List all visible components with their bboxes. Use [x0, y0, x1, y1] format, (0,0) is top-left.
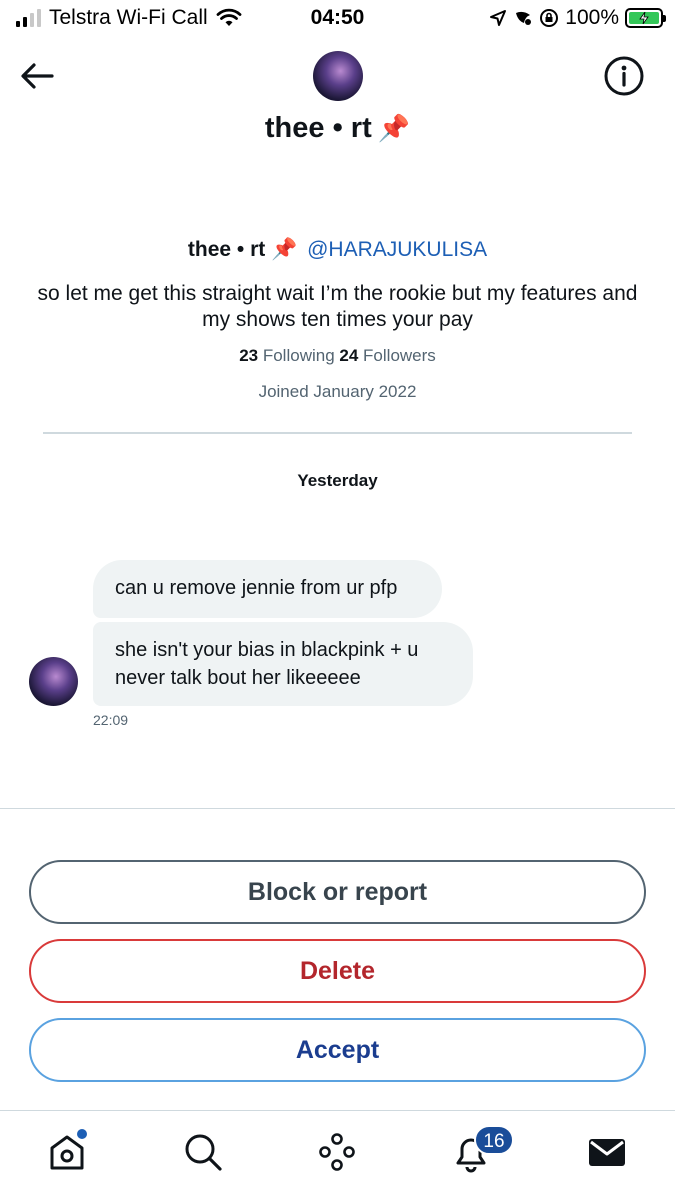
page-title: thee • rt 📌 — [0, 112, 675, 145]
battery-label: 100% — [565, 6, 619, 29]
followers-link[interactable]: 24 Followers — [339, 346, 435, 365]
follow-stats: 23 Following 24 Followers — [0, 346, 675, 366]
following-label: Following — [262, 346, 335, 365]
dm-request-screen: Telstra Wi-Fi Call 04:50 100% thee • rt … — [0, 0, 675, 1200]
tab-spaces[interactable] — [315, 1130, 359, 1174]
header-avatar[interactable] — [313, 51, 363, 101]
followers-label: Followers — [363, 346, 436, 365]
orientation-lock-icon — [540, 9, 559, 27]
profile-pin-emoji: 📌 — [271, 238, 298, 261]
day-separator: Yesterday — [297, 471, 378, 490]
following-count: 23 — [239, 346, 259, 365]
home-unread-dot — [77, 1129, 87, 1139]
status-right: 100% — [489, 6, 666, 30]
following-link[interactable]: 23 Following — [239, 346, 334, 365]
followers-count: 24 — [339, 346, 359, 365]
search-icon — [185, 1134, 222, 1171]
block-or-report-button[interactable]: Block or report — [29, 860, 646, 924]
tab-bar-divider — [0, 1110, 675, 1111]
location-icon — [490, 10, 507, 26]
divider — [43, 432, 632, 434]
delete-button[interactable]: Delete — [29, 939, 646, 1003]
message-bubble[interactable]: she isn't your bias in blackpink + u nev… — [93, 622, 473, 706]
page-title-text: thee • rt — [264, 112, 372, 144]
back-button[interactable] — [18, 58, 58, 94]
pin-emoji: 📌 — [377, 113, 411, 143]
moon-icon — [516, 11, 532, 25]
tab-messages[interactable] — [585, 1130, 629, 1174]
profile-handle: @HARAJUKULISA — [307, 238, 488, 261]
profile-name: thee • rt — [187, 238, 266, 261]
tab-search[interactable] — [181, 1130, 225, 1174]
profile-name-line[interactable]: thee • rt 📌 @HARAJUKULISA — [0, 238, 675, 262]
accept-button[interactable]: Accept — [29, 1018, 646, 1082]
messages-icon — [589, 1139, 625, 1166]
status-bar: Telstra Wi-Fi Call 04:50 100% — [0, 0, 675, 38]
battery-icon — [625, 8, 666, 28]
divider — [0, 808, 675, 809]
message-bubble[interactable]: can u remove jennie from ur pfp — [93, 560, 442, 618]
back-arrow-icon — [21, 63, 54, 89]
profile-bio: so let me get this straight wait I’m the… — [37, 282, 638, 331]
spaces-icon — [319, 1133, 355, 1171]
sender-avatar[interactable] — [29, 657, 78, 706]
info-icon — [604, 56, 644, 96]
info-button[interactable] — [603, 55, 645, 97]
message-timestamp: 22:09 — [93, 712, 129, 728]
joined-date: Joined January 2022 — [258, 382, 417, 401]
notifications-badge: 16 — [474, 1125, 514, 1155]
